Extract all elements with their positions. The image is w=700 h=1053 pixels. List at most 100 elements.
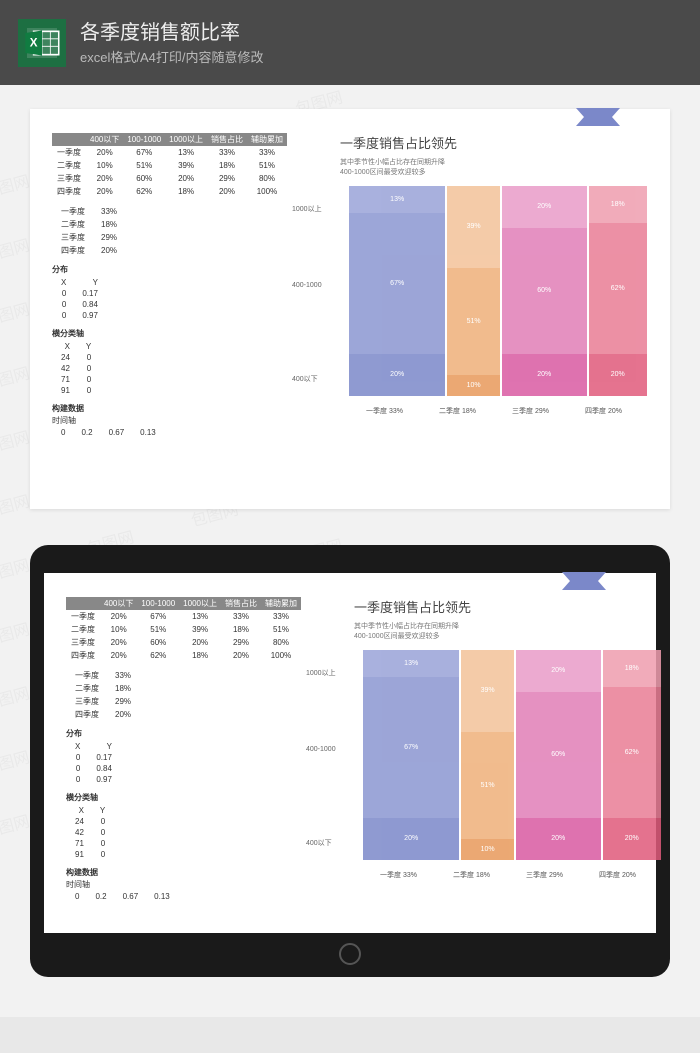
table-row: 四季度20%62%18%20%100% — [52, 185, 287, 198]
bar-segment: 20% — [349, 354, 445, 396]
cell: 13% — [179, 610, 221, 623]
bars-group: 20%67%13%10%51%39%20%60%20%20%62%18% — [348, 186, 640, 396]
tablet-frame: 400以下100-10001000以上销售占比辅助累加一季度20%67%13%3… — [30, 545, 670, 977]
page-title: 各季度销售额比率 — [80, 18, 263, 48]
chart-title: 一季度销售占比领先 — [354, 597, 654, 616]
table-row: 一季度20%67%13%33%33% — [52, 146, 287, 159]
sheet-preview-tablet: 400以下100-10001000以上销售占比辅助累加一季度20%67%13%3… — [44, 573, 656, 933]
cell: 13% — [165, 146, 207, 159]
y-axis-label: 400以下 — [292, 374, 318, 384]
data-tables: 400以下100-10001000以上销售占比辅助累加一季度20%67%13%3… — [52, 133, 322, 485]
x-axis-label: 二季度 18% — [435, 870, 508, 880]
col-header: 辅助累加 — [261, 597, 301, 610]
x-axis-label: 三季度 29% — [508, 870, 581, 880]
cell: 60% — [123, 172, 165, 185]
cell: 67% — [137, 610, 179, 623]
chart-subtitle: 其中季节性小幅占比存在同期升降400-1000区间最受欢迎较多 — [354, 622, 654, 642]
x-axis-label: 三季度 29% — [494, 406, 567, 416]
bars-group: 20%67%13%10%51%39%20%60%20%20%62%18% — [362, 650, 654, 860]
bar-column: 10%51%39% — [447, 186, 500, 396]
table-row: 三季度20%60%20%29%80% — [66, 636, 301, 649]
cell: 62% — [123, 185, 165, 198]
bar-column: 20%62%18% — [589, 186, 647, 396]
preview-canvas: 包图网包图网包图网包图网 包图网包图网包图网包图网 包图网包图网包图网包图网 包… — [0, 85, 700, 1017]
main-table: 400以下100-10001000以上销售占比辅助累加一季度20%67%13%3… — [66, 597, 301, 662]
bar-column: 10%51%39% — [461, 650, 514, 860]
table-row: 910 — [54, 386, 98, 395]
table-row: 四季度20% — [68, 709, 138, 720]
dist-block: 分布XY00.1700.8400.97 — [66, 728, 336, 786]
build-block: 构建数据时间轴00.20.670.13 — [66, 867, 336, 903]
bar-segment: 51% — [461, 732, 514, 839]
cell: 62% — [137, 649, 179, 662]
col-header: 1000以上 — [165, 133, 207, 146]
table-row: 240 — [68, 817, 112, 826]
cell: 一季度 — [66, 610, 100, 623]
cell: 四季度 — [66, 649, 100, 662]
bar-segment: 20% — [502, 354, 587, 396]
pct-table: 一季度33% 二季度18% 三季度29% 四季度20% — [52, 204, 322, 258]
bar-column: 20%67%13% — [363, 650, 459, 860]
col-header: 100-1000 — [137, 597, 179, 610]
cell: 二季度 — [66, 623, 100, 636]
table-row: 00.84 — [68, 764, 119, 773]
page-subtitle: excel格式/A4打印/内容随意修改 — [80, 48, 263, 68]
cell: 18% — [221, 623, 261, 636]
cell: 51% — [137, 623, 179, 636]
data-tables: 400以下100-10001000以上销售占比辅助累加一季度20%67%13%3… — [66, 597, 336, 909]
chart-title: 一季度销售占比领先 — [340, 133, 648, 152]
stacked-bar-chart: 1000以上400-1000400以下20%67%13%10%51%39%20%… — [354, 650, 654, 880]
table-row: 三季度29% — [54, 232, 124, 243]
y-axis-label: 1000以上 — [292, 204, 322, 214]
cell: 29% — [221, 636, 261, 649]
table-row: 710 — [68, 839, 112, 848]
cell: 20% — [86, 185, 123, 198]
y-axis-label: 400以下 — [306, 838, 332, 848]
x-axis-label: 一季度 33% — [348, 406, 421, 416]
cell: 39% — [179, 623, 221, 636]
bar-segment: 10% — [447, 375, 500, 396]
col-header — [52, 133, 86, 146]
cell: 20% — [100, 610, 137, 623]
bar-column: 20%60%20% — [502, 186, 587, 396]
cell: 20% — [179, 636, 221, 649]
col-header: 100-1000 — [123, 133, 165, 146]
table-row: 二季度18% — [68, 683, 138, 694]
bar-segment: 20% — [502, 186, 587, 228]
header-bar: X 各季度销售额比率 excel格式/A4打印/内容随意修改 — [0, 0, 700, 85]
table-row: 一季度33% — [54, 206, 124, 217]
cell: 33% — [207, 146, 247, 159]
main-table: 400以下100-10001000以上销售占比辅助累加一季度20%67%13%3… — [52, 133, 287, 198]
table-row: 00.97 — [68, 775, 119, 784]
table-row: 二季度10%51%39%18%51% — [52, 159, 287, 172]
col-header: 销售占比 — [207, 133, 247, 146]
sheet-preview-paper: 400以下100-10001000以上销售占比辅助累加一季度20%67%13%3… — [30, 109, 670, 509]
table-row: 240 — [54, 353, 98, 362]
y-axis-label: 400-1000 — [292, 282, 322, 289]
x-axis: 一季度 33%二季度 18%三季度 29%四季度 20% — [362, 870, 654, 880]
bar-segment: 51% — [447, 268, 500, 375]
ribbon-marker — [562, 572, 606, 593]
table-row: 三季度29% — [68, 696, 138, 707]
table-row: 二季度18% — [54, 219, 124, 230]
table-row: 四季度20% — [54, 245, 124, 256]
x-axis-label: 四季度 20% — [567, 406, 640, 416]
bar-column: 20%67%13% — [349, 186, 445, 396]
axis-block: 横分类轴XY240420710910 — [52, 328, 322, 397]
ribbon-marker — [576, 108, 620, 129]
cell: 33% — [247, 146, 287, 159]
x-axis-label: 二季度 18% — [421, 406, 494, 416]
cell: 三季度 — [66, 636, 100, 649]
table-row: 00.97 — [54, 311, 105, 320]
x-axis: 一季度 33%二季度 18%三季度 29%四季度 20% — [348, 406, 640, 416]
x-axis-label: 四季度 20% — [581, 870, 654, 880]
cell: 33% — [221, 610, 261, 623]
bar-segment: 39% — [447, 186, 500, 268]
axis-block: 横分类轴XY240420710910 — [66, 792, 336, 861]
cell: 100% — [247, 185, 287, 198]
y-axis-label: 1000以上 — [306, 668, 336, 678]
cell: 一季度 — [52, 146, 86, 159]
bar-column: 20%60%20% — [516, 650, 601, 860]
chart-area: 一季度销售占比领先其中季节性小幅占比存在同期升降400-1000区间最受欢迎较多… — [354, 597, 654, 909]
cell: 51% — [261, 623, 301, 636]
